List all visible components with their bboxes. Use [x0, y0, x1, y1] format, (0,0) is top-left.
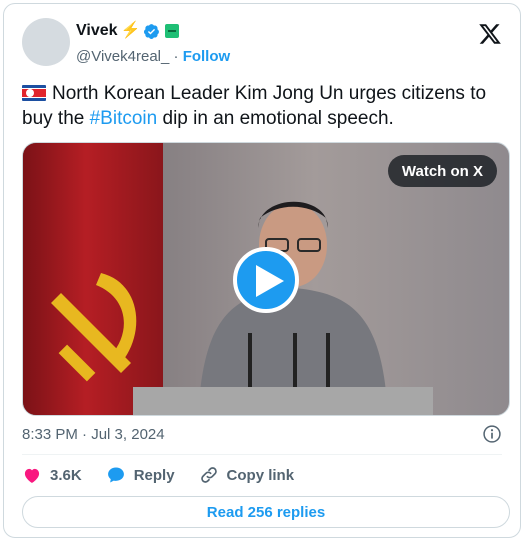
- like-count: 3.6K: [50, 466, 82, 484]
- author-handle[interactable]: @Vivek4real_: [76, 48, 169, 65]
- x-logo-icon[interactable]: [478, 22, 502, 46]
- reply-label: Reply: [133, 466, 175, 484]
- hashtag-link[interactable]: #Bitcoin: [90, 108, 158, 129]
- hammer-sickle-icon: [51, 273, 137, 382]
- play-icon: [256, 265, 284, 297]
- link-icon: [200, 467, 217, 483]
- reply-icon: [107, 467, 124, 483]
- badge-flag-icon: [165, 24, 180, 38]
- play-button[interactable]: [233, 247, 299, 313]
- copy-link-label: Copy link: [226, 466, 295, 484]
- copy-link-button[interactable]: Copy link: [199, 465, 295, 485]
- tweet-text: North Korean Leader Kim Jong Un urges ci…: [22, 81, 510, 131]
- info-icon[interactable]: [482, 424, 502, 444]
- divider: [22, 454, 502, 455]
- speaker-figure: [198, 201, 388, 415]
- tweet-text-end: dip in an emotional speech.: [157, 108, 394, 129]
- handle-row: @Vivek4real_ · Follow: [76, 48, 230, 65]
- watch-on-x-button[interactable]: Watch on X: [387, 155, 497, 187]
- time-text: 8:33 PM: [22, 426, 78, 443]
- reply-button[interactable]: Reply: [106, 465, 175, 485]
- action-bar: 3.6K Reply Copy link: [22, 465, 318, 485]
- date-text: Jul 3, 2024: [91, 426, 165, 443]
- timestamp-row[interactable]: 8:33 PM · Jul 3, 2024: [22, 426, 165, 443]
- lightning-icon: ⚡: [120, 22, 141, 39]
- author-name[interactable]: Vivek: [76, 22, 118, 40]
- handle-separator: ·: [173, 48, 183, 65]
- video-media[interactable]: Watch on X: [22, 142, 510, 416]
- like-button[interactable]: 3.6K: [22, 465, 82, 485]
- podium: [133, 387, 433, 415]
- north-korea-flag-icon: [22, 85, 46, 101]
- tweet-card: Vivek ⚡ @Vivek4real_ · Follow North Kore…: [3, 3, 521, 538]
- read-replies-button[interactable]: Read 256 replies: [22, 496, 510, 528]
- follow-button[interactable]: Follow: [183, 48, 231, 65]
- time-separator: ·: [82, 426, 92, 443]
- author-name-row: Vivek ⚡: [76, 22, 180, 40]
- avatar[interactable]: [22, 18, 70, 66]
- red-banner: [23, 143, 163, 415]
- verified-badge-icon: [144, 23, 160, 39]
- heart-icon: [24, 468, 40, 483]
